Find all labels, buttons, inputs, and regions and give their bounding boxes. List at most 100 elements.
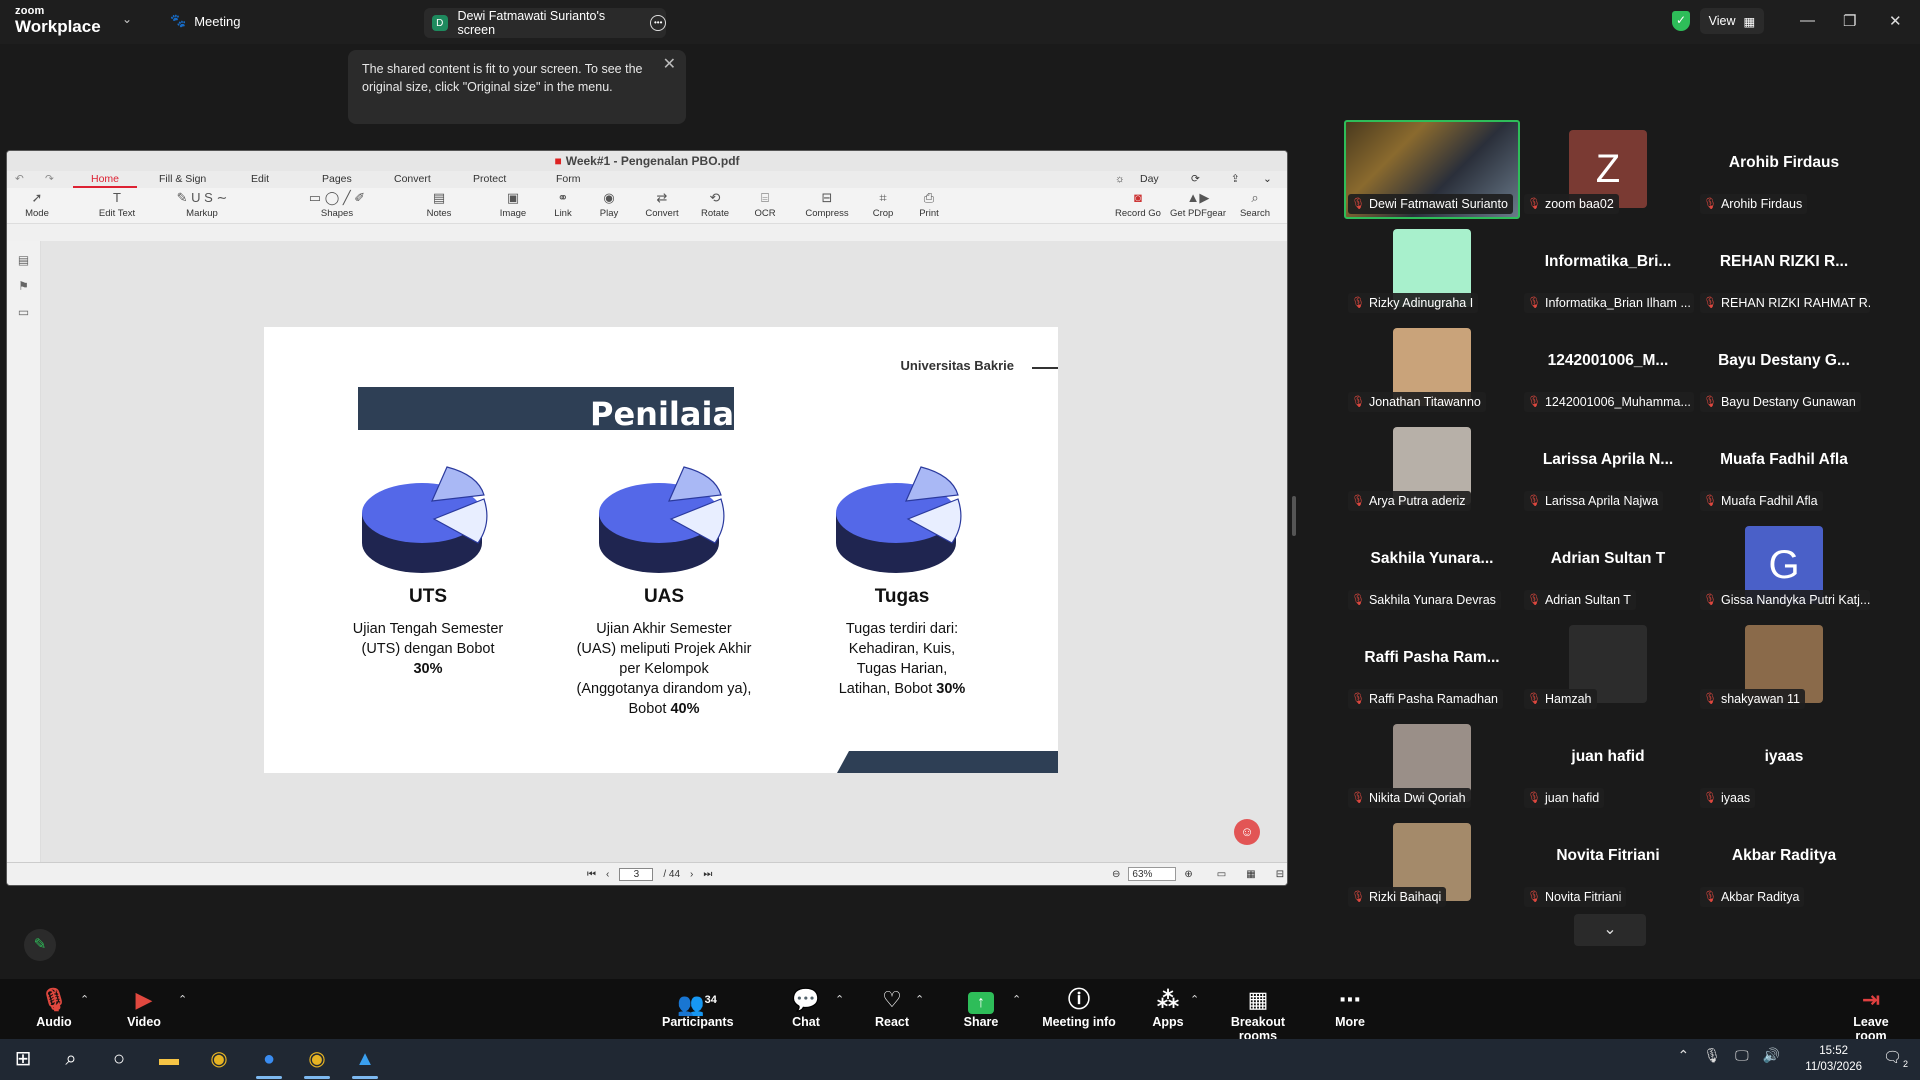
crop-tool[interactable]: ⌗ Crop bbox=[865, 188, 901, 219]
participant-tile[interactable]: Akbar Raditya 🎙 Akbar Raditya bbox=[1696, 813, 1872, 912]
microphone-icon[interactable]: 🎙 bbox=[1703, 1047, 1721, 1064]
gallery-next-page-icon[interactable]: ⌄ bbox=[1574, 914, 1646, 946]
participant-tile[interactable]: Muafa Fadhil Afla 🎙 Muafa Fadhil Afla bbox=[1696, 417, 1872, 516]
chevron-up-icon[interactable]: ⌃ bbox=[80, 993, 89, 1006]
link-tool[interactable]: ⚭ Link bbox=[543, 188, 583, 219]
search-icon[interactable]: ⌕ bbox=[48, 1039, 94, 1080]
participant-tile[interactable]: Arohib Firdaus 🎙 Arohib Firdaus bbox=[1696, 120, 1872, 219]
participant-tile[interactable]: 🎙 shakyawan 11 bbox=[1696, 615, 1872, 714]
chevron-up-icon[interactable]: ⌃ bbox=[835, 993, 844, 1006]
bookmark-icon[interactable]: ⚑ bbox=[7, 279, 40, 293]
rotate-tool[interactable]: ⟲ Rotate bbox=[693, 188, 737, 219]
windows-start-icon[interactable]: ⊞ bbox=[0, 1039, 46, 1080]
zoom-in-icon[interactable]: ⊕ bbox=[1184, 869, 1192, 880]
export-icon[interactable]: ⇪ bbox=[1231, 173, 1240, 185]
audio-button[interactable]: 🎙 Audio bbox=[34, 987, 74, 1029]
fit-page-icon[interactable]: ⊟ bbox=[1276, 869, 1284, 880]
chevron-up-icon[interactable]: ⌃ bbox=[178, 993, 187, 1006]
two-page-icon[interactable]: ▦ bbox=[1246, 869, 1255, 880]
tab-home[interactable]: Home bbox=[73, 173, 138, 188]
play-tool[interactable]: ◉ Play bbox=[589, 188, 629, 219]
minimize-icon[interactable]: — bbox=[1800, 12, 1815, 29]
day-mode-select[interactable]: Day bbox=[1140, 173, 1159, 185]
chrome-icon[interactable]: ◉ bbox=[196, 1039, 242, 1080]
meeting-info-button[interactable]: ⓘ Meeting info bbox=[1042, 987, 1116, 1029]
tab-fill-sign[interactable]: Fill & Sign bbox=[159, 173, 206, 185]
breakout-rooms-button[interactable]: ▦ Breakout rooms bbox=[1212, 987, 1304, 1043]
participant-tile[interactable]: juan hafid 🎙 juan hafid bbox=[1520, 714, 1696, 813]
shapes-tool[interactable]: ▭ ◯ ╱ ✐ Shapes bbox=[287, 188, 387, 219]
network-icon[interactable]: 🖵 bbox=[1735, 1047, 1749, 1064]
participants-button[interactable]: 👥34 Participants bbox=[662, 987, 734, 1029]
tab-pages[interactable]: Pages bbox=[322, 173, 352, 185]
system-clock[interactable]: 15:52 11/03/2026 bbox=[1805, 1043, 1862, 1075]
participant-tile[interactable]: Informatika_Bri... 🎙 Informatika_Brian Ilh… bbox=[1520, 219, 1696, 318]
chevron-down-icon[interactable]: ⌄ bbox=[1263, 173, 1272, 185]
tab-edit[interactable]: Edit bbox=[251, 173, 269, 185]
leave-room-button[interactable]: ⇥ Leave room bbox=[1836, 987, 1906, 1043]
tab-form[interactable]: Form bbox=[556, 173, 581, 185]
last-page-icon[interactable]: ⏭ bbox=[703, 869, 712, 880]
participant-tile[interactable]: Z 🎙 zoom baa02 bbox=[1520, 120, 1696, 219]
participant-tile[interactable]: Raffi Pasha Ram... 🎙 Raffi Pasha Ramadhan bbox=[1344, 615, 1520, 714]
resize-handle[interactable] bbox=[1292, 496, 1296, 536]
get-pdfgear-tool[interactable]: ▲▶ Get PDFgear bbox=[1167, 188, 1229, 219]
participant-tile[interactable]: 🎙 Dewi Fatmawati Surianto bbox=[1344, 120, 1520, 219]
participant-tile[interactable]: Novita Fitriani 🎙 Novita Fitriani bbox=[1520, 813, 1696, 912]
pages-icon[interactable]: ▤ bbox=[7, 253, 40, 267]
ocr-tool[interactable]: ⌸ OCR bbox=[745, 188, 785, 219]
view-button[interactable]: View ▦ bbox=[1700, 8, 1764, 34]
participant-tile[interactable]: 🎙 Jonathan Titawanno bbox=[1344, 318, 1520, 417]
close-icon[interactable]: ✕ bbox=[1889, 12, 1902, 30]
chat-button[interactable]: 💬 Chat bbox=[788, 987, 824, 1029]
shield-check-icon[interactable]: ✓ bbox=[1672, 11, 1690, 31]
photos-icon[interactable]: ▲ bbox=[342, 1039, 388, 1080]
redo-icon[interactable]: ↷ bbox=[45, 173, 54, 185]
participant-tile[interactable]: Sakhila Yunara... 🎙 Sakhila Yunara Devras bbox=[1344, 516, 1520, 615]
comment-icon[interactable]: ▭ bbox=[7, 305, 40, 319]
more-icon[interactable]: ••• bbox=[650, 15, 666, 31]
markup-tool[interactable]: ✎ U S ∼ Markup bbox=[157, 188, 247, 219]
participant-tile[interactable]: iyaas 🎙 iyaas bbox=[1696, 714, 1872, 813]
participant-tile[interactable]: 🎙 Arya Putra aderiz bbox=[1344, 417, 1520, 516]
tab-protect[interactable]: Protect bbox=[473, 173, 506, 185]
record-go-tool[interactable]: ◙ Record Go bbox=[1111, 188, 1165, 219]
more-button[interactable]: ⋯ More bbox=[1334, 987, 1366, 1029]
zoom-out-icon[interactable]: ⊖ bbox=[1112, 869, 1120, 880]
print-tool[interactable]: ⎙ Print bbox=[911, 188, 947, 219]
page-number-input[interactable]: 3 bbox=[619, 868, 654, 881]
zoom-select[interactable]: 63% bbox=[1128, 867, 1177, 881]
chevron-up-icon[interactable]: ⌃ bbox=[915, 993, 924, 1006]
chrome-active-icon[interactable]: ◉ bbox=[294, 1039, 340, 1080]
search-tool[interactable]: ⌕ Search bbox=[1235, 188, 1275, 219]
apps-button[interactable]: ⁂ Apps bbox=[1150, 987, 1186, 1029]
participant-tile[interactable]: Larissa Aprila N... 🎙 Larissa Aprila Najwa bbox=[1520, 417, 1696, 516]
volume-icon[interactable]: 🔊 bbox=[1763, 1047, 1780, 1064]
participant-tile[interactable]: 🎙 Hamzah bbox=[1520, 615, 1696, 714]
chevron-up-icon[interactable]: ⌃ bbox=[1012, 993, 1021, 1006]
file-explorer-icon[interactable]: ▬ bbox=[146, 1039, 192, 1080]
single-page-icon[interactable]: ▭ bbox=[1217, 869, 1226, 880]
convert-tool[interactable]: ⇄ Convert bbox=[637, 188, 687, 219]
participant-tile[interactable]: 🎙 Nikita Dwi Qoriah bbox=[1344, 714, 1520, 813]
undo-icon[interactable]: ↶ bbox=[15, 173, 24, 185]
assistant-bot-icon[interactable]: ☺ bbox=[1234, 819, 1260, 845]
chevron-down-icon[interactable]: ⌄ bbox=[122, 12, 132, 26]
share-button[interactable]: ↑ Share bbox=[962, 987, 1000, 1029]
participant-tile[interactable]: Bayu Destany G... 🎙 Bayu Destany Gunawan bbox=[1696, 318, 1872, 417]
notification-icon[interactable]: 🗨 bbox=[1883, 1048, 1902, 1066]
maximize-icon[interactable]: ❐ bbox=[1843, 12, 1856, 30]
first-page-icon[interactable]: ⏮ bbox=[587, 869, 596, 880]
chevron-up-icon[interactable]: ⌃ bbox=[1678, 1047, 1690, 1064]
image-tool[interactable]: ▣ Image bbox=[493, 188, 533, 219]
task-view-icon[interactable]: ○ bbox=[96, 1039, 142, 1080]
zoom-app-icon[interactable]: ● bbox=[246, 1039, 292, 1080]
edit-text-tool[interactable]: T Edit Text bbox=[87, 188, 147, 219]
participant-tile[interactable]: Adrian Sultan T 🎙 Adrian Sultan T bbox=[1520, 516, 1696, 615]
prev-page-icon[interactable]: ‹ bbox=[606, 869, 609, 880]
tab-convert[interactable]: Convert bbox=[394, 173, 431, 185]
compress-tool[interactable]: ⊟ Compress bbox=[797, 188, 857, 219]
close-icon[interactable]: ✕ bbox=[663, 56, 676, 74]
participant-tile[interactable]: REHAN RIZKI R... 🎙 REHAN RIZKI RAHMAT R... bbox=[1696, 219, 1872, 318]
mode-tool[interactable]: ➚ Mode bbox=[19, 188, 55, 219]
